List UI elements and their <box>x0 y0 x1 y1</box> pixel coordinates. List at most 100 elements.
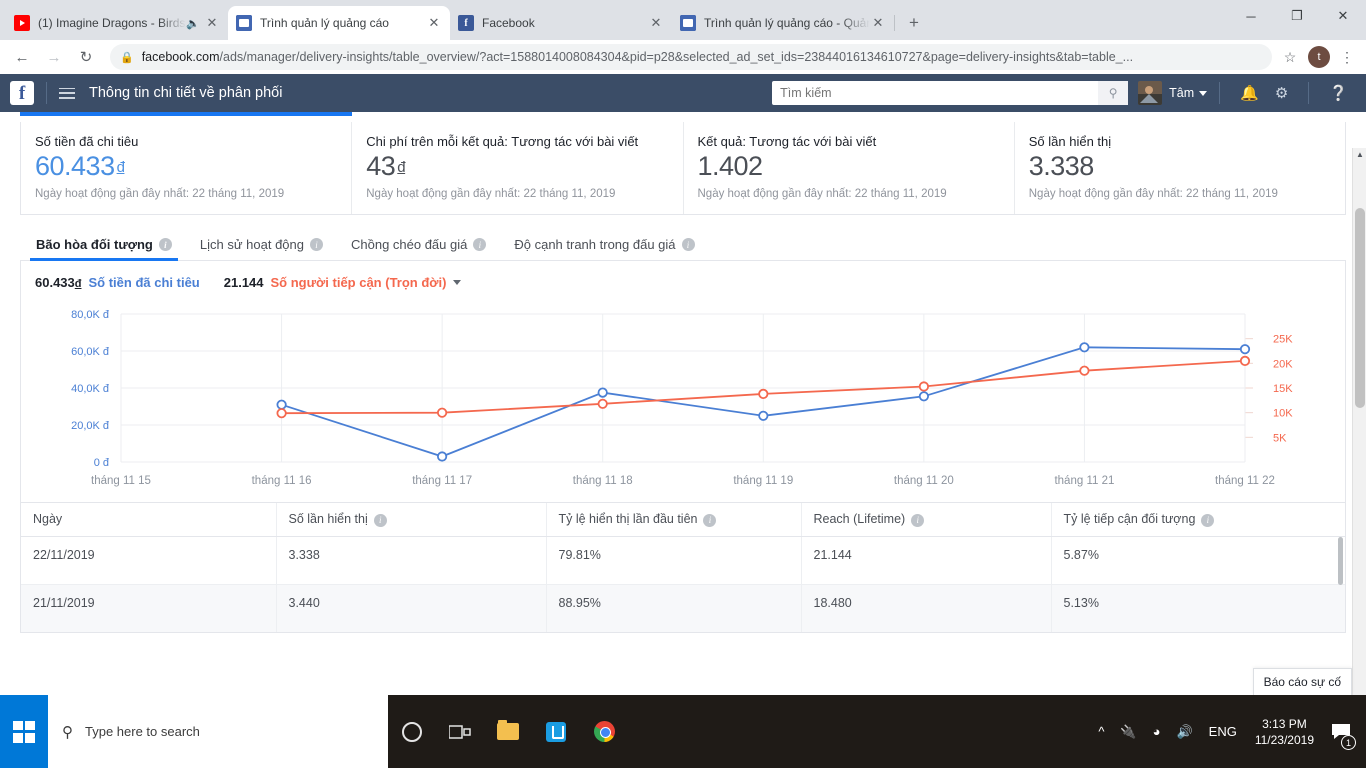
tab-close-icon[interactable]: ✕ <box>204 16 220 30</box>
chrome-taskbar-button[interactable] <box>580 695 628 768</box>
cortana-button[interactable] <box>388 695 436 768</box>
search-icon[interactable]: ⚲ <box>1098 81 1129 105</box>
tab-close-icon[interactable]: ✕ <box>648 16 664 30</box>
notification-badge: 1 <box>1341 735 1356 750</box>
wifi-icon[interactable]: ◕ <box>1153 724 1161 739</box>
facebook-logo-icon[interactable]: f <box>10 81 34 105</box>
kpi-value: 60.433 đ <box>35 151 337 182</box>
help-icon[interactable]: ❔ <box>1329 84 1348 102</box>
page-title: Thông tin chi tiết về phân phối <box>89 85 283 101</box>
kpi-card-amount-spent[interactable]: Số tiền đã chi tiêu 60.433 đ Ngày hoạt độ… <box>19 112 353 214</box>
legend-item-amount-spent[interactable]: 60.433đ Số tiền đã chi tiêu <box>35 275 200 290</box>
microsoft-store-button[interactable] <box>532 695 580 768</box>
file-explorer-button[interactable] <box>484 695 532 768</box>
tab-audience-saturation[interactable]: Bão hòa đối tượng i <box>22 227 186 261</box>
legend-value: 21.144 <box>223 275 264 290</box>
search-field[interactable]: ⚲ <box>772 81 1129 105</box>
tab-activity-history[interactable]: Lịch sử hoạt động i <box>186 227 337 260</box>
info-icon[interactable]: i <box>373 513 387 527</box>
kpi-number: 3.338 <box>1028 151 1095 181</box>
column-header-first-impression-ratio[interactable]: Tỷ lệ hiển thị lần đầu tiên i <box>546 503 802 537</box>
address-bar[interactable]: 🔒 facebook.com/ads/manager/delivery-insi… <box>110 44 1272 70</box>
chevron-down-icon[interactable] <box>1199 90 1208 96</box>
cell-reach: 15.420 <box>801 632 1051 633</box>
new-tab-button[interactable]: + <box>900 9 928 37</box>
info-icon[interactable]: i <box>158 238 172 251</box>
forward-icon[interactable]: → <box>40 43 68 71</box>
info-icon[interactable]: i <box>309 238 323 251</box>
column-header-reach-lifetime[interactable]: Reach (Lifetime) i <box>801 503 1052 537</box>
info-icon[interactable]: i <box>911 513 925 527</box>
column-header-date[interactable]: Ngày <box>21 503 277 537</box>
kpi-card-results[interactable]: Kết quả: Tương tác với bài viết 1.402 Ng… <box>684 122 1015 214</box>
tab-mute-icon[interactable]: 🔈 <box>186 17 200 30</box>
language-indicator[interactable]: ENG <box>1209 724 1237 739</box>
maximize-button[interactable]: ❐ <box>1274 0 1320 32</box>
url-path: /ads/manager/delivery-insights/table_ove… <box>219 50 1134 64</box>
column-header-impressions[interactable]: Số lần hiển thị i <box>276 503 547 537</box>
svg-text:tháng 11 19: tháng 11 19 <box>733 475 793 487</box>
window-controls: ─ ❐ ✕ <box>1228 0 1366 32</box>
browser-tab-4[interactable]: Trình quản lý quảng cáo - Quản l ✕ <box>672 6 895 40</box>
tray-expand-icon[interactable]: ^ <box>1098 724 1104 739</box>
tab-strip: (1) Imagine Dragons - Birds ( 🔈 ✕ Trình … <box>0 0 1366 40</box>
kpi-currency: đ <box>397 159 406 176</box>
page-scrollbar-thumb[interactable] <box>1355 208 1365 408</box>
info-icon[interactable]: i <box>473 238 487 251</box>
hamburger-menu-icon[interactable] <box>59 87 75 99</box>
clock-date: 11/23/2019 <box>1254 732 1314 747</box>
taskbar-search[interactable]: ⚲ Type here to search <box>48 695 388 768</box>
info-icon[interactable]: i <box>681 238 695 251</box>
tab-label: Bão hòa đối tượng <box>36 237 153 252</box>
browser-tab-2[interactable]: Trình quản lý quảng cáo ✕ <box>228 6 450 40</box>
svg-text:5K: 5K <box>1273 432 1287 444</box>
table-row[interactable]: 20/11/2019 2.055 88.76% 15.420 4.28% <box>21 632 1345 633</box>
gear-icon[interactable]: ⚙ <box>1275 84 1288 102</box>
start-button[interactable] <box>0 695 48 768</box>
legend-item-reach[interactable]: 21.144 Số người tiếp cận (Trọn đời) <box>224 275 462 290</box>
reload-icon[interactable]: ↻ <box>72 43 100 71</box>
svg-text:20K: 20K <box>1273 358 1293 370</box>
back-icon[interactable]: ← <box>8 43 36 71</box>
browser-tab-1[interactable]: (1) Imagine Dragons - Birds ( 🔈 ✕ <box>6 6 229 40</box>
notification-center-button[interactable]: 1 <box>1324 695 1358 768</box>
account-menu[interactable]: Tâm <box>1138 81 1208 105</box>
profile-avatar[interactable]: t <box>1308 46 1330 68</box>
info-icon[interactable]: i <box>1201 513 1215 527</box>
page-scrollbar[interactable]: ▲ ▼ <box>1352 148 1366 695</box>
tab-auction-competition[interactable]: Độ cạnh tranh trong đấu giá i <box>500 227 708 260</box>
column-header-audience-reach-rate[interactable]: Tỷ lệ tiếp cận đối tượng i <box>1051 503 1345 537</box>
chart-svg: 80,0K đ 60,0K đ 40,0K đ 20,0K đ 0 đ 25K 20K 15K… <box>71 309 1293 487</box>
info-icon[interactable]: i <box>703 513 717 527</box>
bookmark-star-icon[interactable]: ☆ <box>1278 49 1302 66</box>
cell-date: 20/11/2019 <box>21 632 276 633</box>
kpi-card-cost-per-result[interactable]: Chi phí trên mỗi kết quả: Tương tác với … <box>352 122 684 214</box>
cell-date: 22/11/2019 <box>21 536 277 585</box>
table-row[interactable]: 22/11/2019 3.338 79.81% 21.144 5.87% <box>21 536 1345 585</box>
tab-auction-overlap[interactable]: Chồng chéo đấu giá i <box>337 227 500 260</box>
clock[interactable]: 3:13 PM 11/23/2019 <box>1255 716 1314 748</box>
scroll-up-icon[interactable]: ▲ <box>1353 148 1366 162</box>
cell-impressions: 3.440 <box>276 584 547 632</box>
search-input[interactable] <box>772 86 1099 100</box>
task-view-button[interactable] <box>436 695 484 768</box>
browser-toolbar: ← → ↻ 🔒 facebook.com/ads/manager/deliver… <box>0 40 1366 74</box>
chevron-down-icon[interactable] <box>453 280 462 285</box>
cell-first-impression-ratio: 79.81% <box>546 536 802 585</box>
page-content: Số tiền đã chi tiêu 60.433 đ Ngày hoạt độ… <box>0 112 1366 633</box>
minimize-button[interactable]: ─ <box>1228 0 1274 32</box>
close-window-button[interactable]: ✕ <box>1320 0 1366 32</box>
kpi-card-impressions[interactable]: Số lần hiển thị 3.338 Ngày hoạt động gần… <box>1015 122 1345 214</box>
volume-icon[interactable]: 🔊 <box>1176 724 1192 740</box>
browser-tab-3[interactable]: f Facebook ✕ <box>450 6 673 40</box>
bell-icon[interactable]: 🔔 <box>1240 84 1259 102</box>
chart-plot-area[interactable]: 80,0K đ 60,0K đ 40,0K đ 20,0K đ 0 đ 25K 20K 15K… <box>21 302 1345 502</box>
lock-icon: 🔒 <box>120 51 134 64</box>
tab-close-icon[interactable]: ✕ <box>426 16 442 30</box>
battery-icon[interactable]: 🔌 <box>1120 724 1136 740</box>
report-problem-button[interactable]: Báo cáo sự cố <box>1252 668 1352 695</box>
browser-menu-icon[interactable]: ⋮ <box>1336 49 1358 66</box>
tab-close-icon[interactable]: ✕ <box>870 16 886 30</box>
table-scrollbar-thumb[interactable] <box>1338 537 1343 585</box>
table-row[interactable]: 21/11/2019 3.440 88.95% 18.480 5.13% <box>21 584 1345 632</box>
